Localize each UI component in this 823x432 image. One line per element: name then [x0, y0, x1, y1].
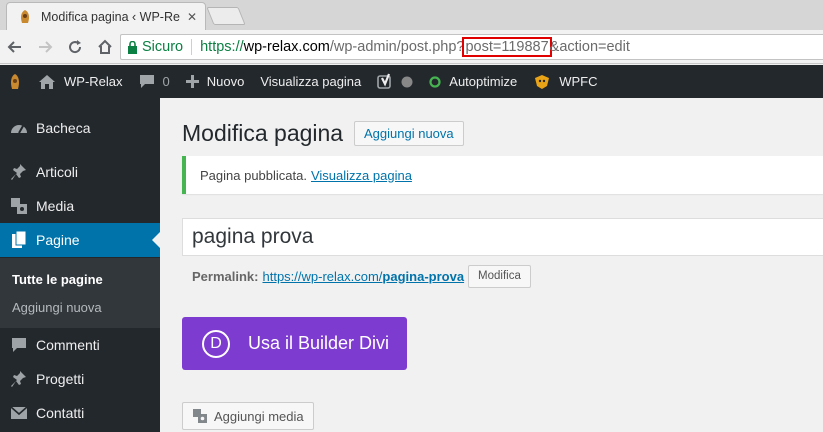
edit-permalink-button[interactable]: Modifica	[468, 264, 531, 288]
post-title-input[interactable]: pagina prova	[182, 218, 823, 256]
comments-count: 0	[162, 74, 170, 89]
pin-icon	[9, 370, 29, 388]
adminbar-new[interactable]: Nuovo	[178, 65, 253, 98]
sidebar-item-contatti[interactable]: Contatti	[0, 396, 160, 430]
url-host: wp-relax.com	[243, 39, 330, 55]
adminbar-yoast[interactable]	[369, 65, 421, 98]
yoast-icon	[377, 73, 393, 91]
main-content: Modifica pagina Aggiungi nuova Pagina pu…	[160, 98, 823, 432]
secure-indicator[interactable]: Sicuro	[127, 39, 183, 55]
reload-icon[interactable]	[60, 32, 90, 62]
address-bar[interactable]: Sicuro https://wp-relax.com/wp-admin/pos…	[120, 34, 823, 60]
comment-icon	[9, 337, 29, 353]
page-title: Modifica pagina	[182, 120, 344, 146]
pin-icon	[9, 163, 29, 181]
cheetah-icon	[533, 74, 551, 90]
forward-icon[interactable]	[30, 32, 60, 62]
autoptimize-status-icon	[429, 75, 441, 88]
sidebar-item-label: Media	[36, 198, 75, 214]
url-tail: &action=edit	[549, 39, 630, 55]
comment-icon	[139, 74, 155, 89]
new-tab-button[interactable]	[206, 7, 246, 25]
site-logo[interactable]	[0, 65, 30, 98]
sidebar-item-commenti[interactable]: Commenti	[0, 328, 160, 362]
success-notice: Pagina pubblicata. Visualizza pagina	[182, 156, 823, 194]
add-media-label: Aggiungi media	[214, 408, 304, 424]
submenu-all-pages[interactable]: Tutte le pagine	[12, 272, 103, 287]
pages-submenu: Tutte le pagine Aggiungi nuova	[0, 258, 160, 328]
mail-icon	[9, 406, 29, 420]
sidebar-item-label: Articoli	[36, 164, 79, 180]
adminbar-autoptimize[interactable]: Autoptimize	[421, 65, 525, 98]
sidebar-item-media[interactable]: Media	[0, 189, 160, 223]
permalink-link[interactable]: https://wp-relax.com/pagina-prova	[262, 269, 464, 284]
browser-tab[interactable]: Modifica pagina ‹ WP-Re ✕	[6, 2, 206, 30]
sidebar-item-label: Pagine	[36, 232, 80, 248]
adminbar-wpfc[interactable]: WPFC	[525, 65, 605, 98]
sidebar-item-progetti[interactable]: Progetti	[0, 362, 160, 396]
site-logo-icon	[8, 73, 22, 91]
notice-view-page-link[interactable]: Visualizza pagina	[311, 168, 412, 183]
permalink-slug: pagina-prova	[382, 268, 465, 284]
address-separator	[191, 39, 193, 55]
permalink-label: Permalink:	[192, 268, 259, 284]
pages-icon	[9, 231, 29, 249]
url-post-id-highlight: post=119887	[462, 37, 552, 57]
browser-tabstrip: Modifica pagina ‹ WP-Re ✕	[0, 0, 823, 30]
close-icon[interactable]: ✕	[187, 10, 197, 24]
add-new-button[interactable]: Aggiungi nuova	[354, 121, 464, 146]
sidebar-item-pagine[interactable]: Pagine	[0, 223, 160, 257]
home-icon[interactable]	[90, 32, 120, 62]
tab-title: Modifica pagina ‹ WP-Re	[41, 9, 180, 24]
submenu-add-new[interactable]: Aggiungi nuova	[12, 300, 102, 315]
active-menu-arrow	[152, 232, 160, 248]
notice-text: Pagina pubblicata.	[200, 167, 307, 183]
new-label: Nuovo	[206, 74, 245, 89]
add-media-button[interactable]: Aggiungi media	[182, 402, 314, 430]
url-path: /wp-admin/post.php?	[329, 39, 465, 55]
permalink-base: https://wp-relax.com/	[262, 268, 383, 284]
wpfc-label: WPFC	[559, 74, 598, 89]
sidebar-item-label: Commenti	[36, 337, 100, 353]
site-name-label: WP-Relax	[64, 74, 123, 89]
url-scheme: https://	[200, 39, 244, 55]
lock-icon	[127, 40, 138, 54]
wp-admin-bar: WP-Relax 0 Nuovo Visualizza pagina Autop…	[0, 65, 823, 98]
secure-label: Sicuro	[142, 39, 184, 55]
sidebar-item-articoli[interactable]: Articoli	[0, 155, 160, 189]
dashboard-icon	[9, 120, 29, 136]
divi-logo-icon: D	[202, 329, 230, 358]
sidebar-item-dashboard[interactable]: Bacheca	[0, 111, 160, 145]
admin-sidebar: Bacheca Articoli Media Pagine Tutte le p…	[0, 98, 160, 432]
plus-icon	[185, 75, 199, 88]
browser-toolbar: Sicuro https://wp-relax.com/wp-admin/pos…	[0, 30, 823, 64]
sidebar-item-label: Progetti	[36, 371, 85, 387]
autoptimize-label: Autoptimize	[449, 74, 518, 89]
sidebar-item-label: Contatti	[36, 405, 85, 421]
adminbar-view-page[interactable]: Visualizza pagina	[252, 65, 369, 98]
site-favicon-icon	[17, 9, 33, 25]
permalink-row: Permalink: https://wp-relax.com/pagina-p…	[192, 264, 531, 288]
divi-builder-button[interactable]: D Usa il Builder Divi	[182, 317, 407, 370]
media-icon	[9, 197, 29, 215]
home-icon	[38, 74, 56, 90]
yoast-status-icon	[401, 76, 413, 88]
adminbar-site-name[interactable]: WP-Relax	[30, 65, 131, 98]
divi-button-label: Usa il Builder Divi	[248, 333, 390, 353]
view-page-label: Visualizza pagina	[260, 74, 362, 89]
sidebar-item-label: Bacheca	[36, 120, 91, 136]
adminbar-comments[interactable]: 0	[131, 65, 178, 98]
media-icon	[192, 408, 208, 424]
back-icon[interactable]	[0, 32, 30, 62]
